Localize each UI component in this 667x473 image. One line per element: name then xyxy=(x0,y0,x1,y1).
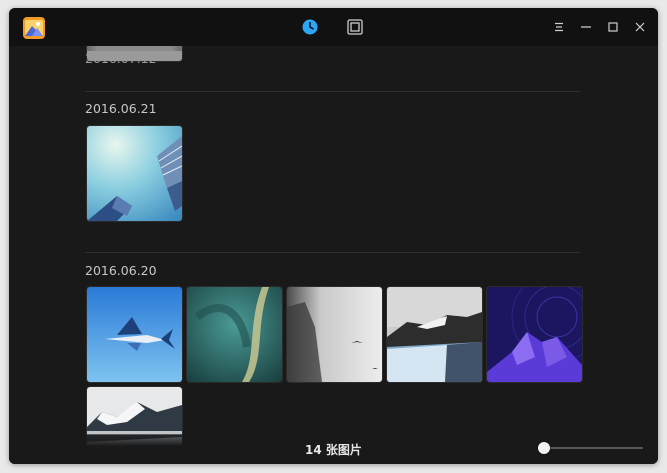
close-icon[interactable] xyxy=(632,19,648,35)
maximize-icon[interactable] xyxy=(605,19,621,35)
status-bar: 14 张图片 xyxy=(9,434,658,464)
timeline-view: 2016.07.12 2016.06.21 2016.06.20 xyxy=(9,8,658,464)
hamburger-menu-icon[interactable] xyxy=(551,19,567,35)
deepin-image-viewer-icon xyxy=(23,17,45,39)
photo-thumbnail[interactable] xyxy=(487,287,582,382)
photo-thumbnail[interactable] xyxy=(87,287,182,382)
date-heading: 2016.06.20 xyxy=(85,263,157,278)
group-divider xyxy=(85,91,580,92)
photo-count-label: 14 张图片 xyxy=(305,443,362,457)
photo-thumbnail[interactable] xyxy=(387,287,482,382)
group-divider xyxy=(85,252,580,253)
app-window: 2016.07.12 2016.06.21 2016.06.20 14 张图片 xyxy=(9,8,658,464)
title-bar xyxy=(9,8,658,46)
photo-thumbnail[interactable] xyxy=(87,126,182,221)
clock-icon[interactable] xyxy=(301,18,319,36)
album-frame-icon[interactable] xyxy=(346,18,364,36)
date-heading: 2016.07.12 xyxy=(85,51,157,66)
photo-thumbnail[interactable] xyxy=(187,287,282,382)
zoom-slider-track[interactable] xyxy=(539,447,643,449)
minimize-icon[interactable] xyxy=(578,19,594,35)
date-heading: 2016.06.21 xyxy=(85,101,157,116)
photo-thumbnail[interactable] xyxy=(287,287,382,382)
